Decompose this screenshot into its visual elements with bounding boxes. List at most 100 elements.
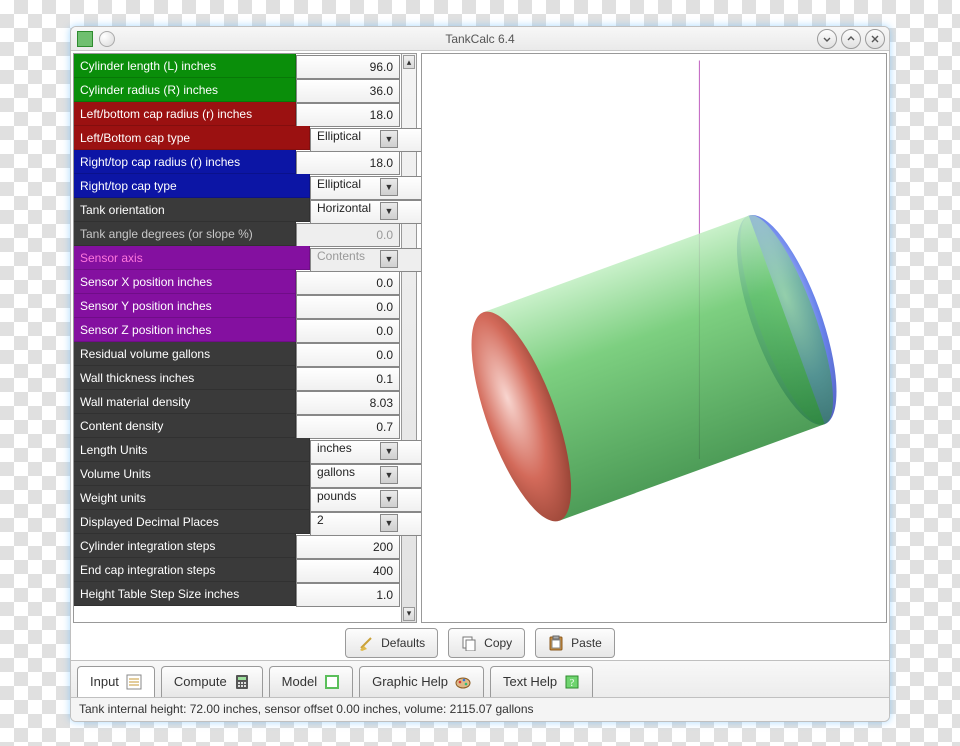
param-label-cyl-radius: Cylinder radius (R) inches	[74, 78, 296, 102]
param-label-sensor-y: Sensor Y position inches	[74, 294, 296, 318]
window-title: TankCalc 6.4	[71, 32, 889, 46]
param-input-sensor-x[interactable]: 0.0	[296, 271, 400, 295]
maximize-button[interactable]	[841, 29, 861, 49]
param-label-weight-units: Weight units	[74, 486, 310, 510]
param-select-volume-units[interactable]: gallons	[310, 464, 426, 488]
param-input-sensor-z[interactable]: 0.0	[296, 319, 400, 343]
param-row-lcap-radius: Left/bottom cap radius (r) inches18.0	[74, 102, 401, 126]
param-select-dec-places[interactable]: 2	[310, 512, 426, 536]
param-label-sensor-z: Sensor Z position inches	[74, 318, 296, 342]
param-input-lcap-radius[interactable]: 18.0	[296, 103, 400, 127]
param-row-rcap-type: Right/top cap typeElliptical▼	[74, 174, 401, 198]
param-select-lcap-type[interactable]: Elliptical	[310, 128, 426, 152]
defaults-button[interactable]: Defaults	[345, 628, 438, 658]
paste-button[interactable]: Paste	[535, 628, 615, 658]
param-select-length-units[interactable]: inches	[310, 440, 426, 464]
param-label-sensor-x: Sensor X position inches	[74, 270, 296, 294]
title-bar: TankCalc 6.4	[71, 27, 889, 51]
param-row-wall-thick: Wall thickness inches0.1	[74, 366, 401, 390]
param-row-rcap-radius: Right/top cap radius (r) inches18.0	[74, 150, 401, 174]
param-input-ht-step[interactable]: 1.0	[296, 583, 400, 607]
param-select-sensor-axis: Contents	[310, 248, 426, 272]
defaults-label: Defaults	[381, 636, 425, 650]
param-label-cont-density: Content density	[74, 414, 296, 438]
broom-icon	[358, 635, 374, 651]
param-row-ht-step: Height Table Step Size inches1.0	[74, 582, 401, 606]
scroll-down-icon[interactable]: ▾	[403, 607, 415, 621]
copy-button[interactable]: Copy	[448, 628, 525, 658]
copy-label: Copy	[484, 636, 512, 650]
param-input-resid-vol[interactable]: 0.0	[296, 343, 400, 367]
tab-model[interactable]: Model	[269, 666, 353, 697]
tab-compute-label: Compute	[174, 674, 227, 689]
param-label-resid-vol: Residual volume gallons	[74, 342, 296, 366]
param-input-wall-density[interactable]: 8.03	[296, 391, 400, 415]
chevron-down-icon: ▼	[380, 250, 398, 268]
param-input-angle: 0.0	[296, 223, 400, 247]
svg-text:?: ?	[570, 678, 575, 689]
param-input-cyl-radius[interactable]: 36.0	[296, 79, 400, 103]
status-text: Tank internal height: 72.00 inches, sens…	[79, 702, 534, 716]
tab-graphic-help[interactable]: Graphic Help	[359, 666, 484, 697]
param-select-rcap-type[interactable]: Elliptical	[310, 176, 426, 200]
chevron-down-icon[interactable]: ▼	[380, 466, 398, 484]
param-row-wall-density: Wall material density8.03	[74, 390, 401, 414]
app-icon	[77, 31, 93, 47]
chevron-down-icon[interactable]: ▼	[380, 442, 398, 460]
status-bar: Tank internal height: 72.00 inches, sens…	[71, 697, 889, 721]
param-label-rcap-type: Right/top cap type	[74, 174, 310, 198]
param-row-lcap-type: Left/Bottom cap typeElliptical▼	[74, 126, 401, 150]
param-input-wall-thick[interactable]: 0.1	[296, 367, 400, 391]
param-row-volume-units: Volume Unitsgallons▼	[74, 462, 401, 486]
scroll-up-icon[interactable]: ▴	[403, 55, 415, 69]
param-label-orientation: Tank orientation	[74, 198, 310, 222]
parameters-panel: Cylinder length (L) inches96.0Cylinder r…	[73, 53, 417, 623]
param-select-weight-units[interactable]: pounds	[310, 488, 426, 512]
close-button[interactable]	[865, 29, 885, 49]
model-icon	[324, 674, 340, 690]
param-row-angle: Tank angle degrees (or slope %)0.0	[74, 222, 401, 246]
param-select-orientation[interactable]: Horizontal	[310, 200, 426, 224]
paste-icon	[548, 635, 564, 651]
param-label-rcap-radius: Right/top cap radius (r) inches	[74, 150, 296, 174]
param-row-dec-places: Displayed Decimal Places2▼	[74, 510, 401, 534]
chevron-down-icon[interactable]: ▼	[380, 490, 398, 508]
param-row-weight-units: Weight unitspounds▼	[74, 486, 401, 510]
param-row-cyl-steps: Cylinder integration steps200	[74, 534, 401, 558]
tab-text-help[interactable]: Text Help ?	[490, 666, 593, 697]
param-row-sensor-x: Sensor X position inches0.0	[74, 270, 401, 294]
form-icon	[126, 674, 142, 690]
main-area: Cylinder length (L) inches96.0Cylinder r…	[71, 51, 889, 625]
param-label-lcap-type: Left/Bottom cap type	[74, 126, 310, 150]
tab-bar: Input Compute Model Graphic Help Text He…	[71, 660, 889, 697]
chevron-down-icon[interactable]: ▼	[380, 130, 398, 148]
param-input-cap-steps[interactable]: 400	[296, 559, 400, 583]
param-label-dec-places: Displayed Decimal Places	[74, 510, 310, 534]
param-input-cont-density[interactable]: 0.7	[296, 415, 400, 439]
sys-menu-icon[interactable]	[99, 31, 115, 47]
tab-compute[interactable]: Compute	[161, 666, 263, 697]
param-row-orientation: Tank orientationHorizontal▼	[74, 198, 401, 222]
param-row-cap-steps: End cap integration steps400	[74, 558, 401, 582]
chevron-down-icon[interactable]: ▼	[380, 202, 398, 220]
calculator-icon	[234, 674, 250, 690]
tank-viewer[interactable]	[421, 53, 887, 623]
tab-model-label: Model	[282, 674, 317, 689]
tab-input[interactable]: Input	[77, 666, 155, 697]
copy-icon	[461, 635, 477, 651]
param-input-rcap-radius[interactable]: 18.0	[296, 151, 400, 175]
param-row-cyl-length: Cylinder length (L) inches96.0	[74, 54, 401, 78]
paste-label: Paste	[571, 636, 602, 650]
param-label-wall-density: Wall material density	[74, 390, 296, 414]
chevron-down-icon[interactable]: ▼	[380, 178, 398, 196]
param-input-cyl-length[interactable]: 96.0	[296, 55, 400, 79]
param-label-volume-units: Volume Units	[74, 462, 310, 486]
param-input-sensor-y[interactable]: 0.0	[296, 295, 400, 319]
tab-input-label: Input	[90, 674, 119, 689]
param-row-cont-density: Content density0.7	[74, 414, 401, 438]
param-row-cyl-radius: Cylinder radius (R) inches36.0	[74, 78, 401, 102]
param-input-cyl-steps[interactable]: 200	[296, 535, 400, 559]
chevron-down-icon[interactable]: ▼	[380, 514, 398, 532]
minimize-button[interactable]	[817, 29, 837, 49]
palette-icon	[455, 674, 471, 690]
